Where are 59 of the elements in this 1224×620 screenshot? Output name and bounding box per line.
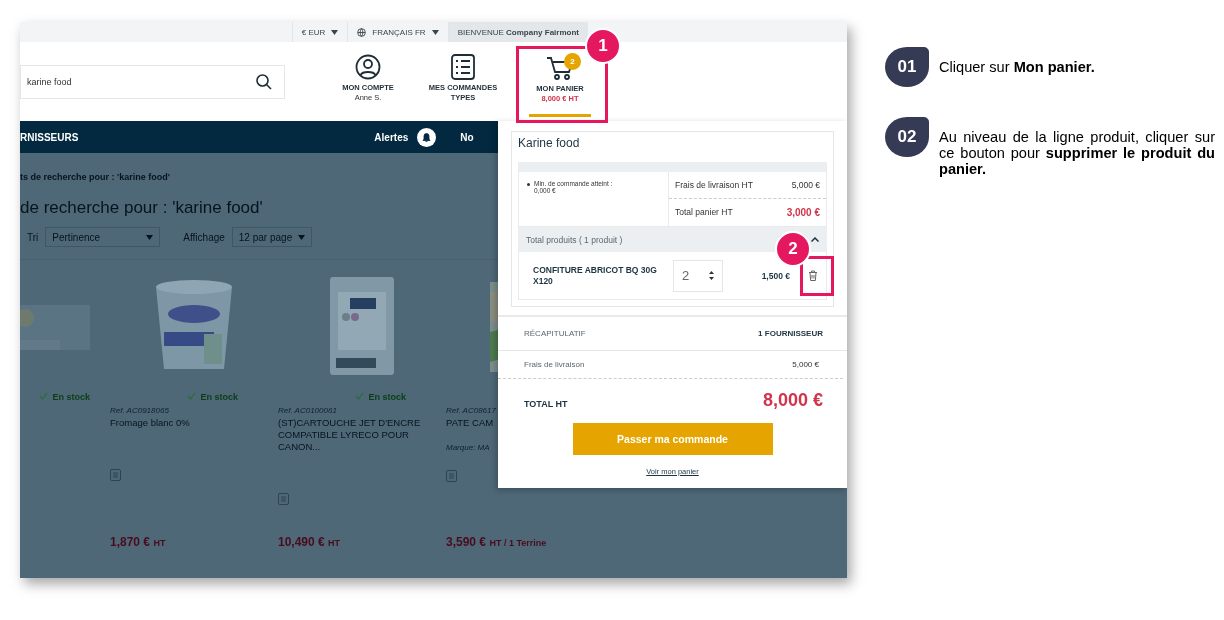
item-price: 1,500 € — [761, 270, 790, 281]
bullet-icon — [527, 183, 530, 186]
sort-label: Tri — [27, 231, 39, 243]
item-name: CONFITURE ABRICOT BQ 30G X120 — [533, 264, 658, 287]
results-heading: de recherche pour : 'karine food' — [20, 198, 263, 218]
caret-icon — [297, 234, 305, 240]
check-icon — [355, 392, 365, 400]
product-price: 10,490 € HT — [278, 535, 342, 551]
total-value: 3,000 € — [786, 207, 820, 218]
document-icon — [446, 470, 457, 482]
check-icon — [39, 392, 49, 400]
search-icon — [256, 74, 272, 90]
summary-label: RÉCAPITULATIF — [524, 329, 586, 338]
nav-title: RNISSEURS — [20, 131, 79, 143]
fees-value: 5,000 € — [791, 180, 820, 190]
stock-status: En stock — [187, 392, 238, 402]
supplier-count: 1 FOURNISSEUR — [758, 329, 823, 338]
bell-icon — [417, 127, 437, 147]
total-ht-label: TOTAL HT — [524, 399, 568, 409]
quantity-field[interactable]: 2 — [673, 259, 723, 292]
step-marker: 2 — [775, 231, 811, 267]
supplier-name: Karine food — [518, 135, 581, 152]
document-icon — [278, 493, 289, 505]
language-selector[interactable]: FRANÇAIS FR — [372, 27, 426, 37]
delivery-value: 5,000 € — [792, 360, 819, 369]
step-text: Cliquer sur Mon panier. — [939, 59, 1096, 75]
caret-icon — [146, 234, 154, 240]
total-ht-value: 8,000 € — [762, 389, 823, 411]
caret-icon — [331, 29, 339, 35]
step-number: 01 — [885, 47, 929, 87]
check-icon — [187, 392, 197, 400]
globe-icon — [357, 27, 367, 37]
product-ref: Ref. AC08617 — [446, 406, 497, 415]
stock-status: En stock — [355, 392, 406, 402]
fees-label: Frais de livraison HT — [675, 180, 753, 190]
delivery-label: Frais de livraison — [524, 360, 585, 369]
alerts-link[interactable]: Alertes — [374, 131, 409, 143]
document-icon — [110, 469, 121, 481]
list-icon — [451, 54, 475, 80]
user-icon — [355, 54, 381, 80]
display-label: Affichage — [183, 231, 225, 243]
product-price: 1,870 € HT — [110, 535, 167, 551]
delete-button[interactable] — [806, 268, 820, 283]
welcome-banner: BIENVENUE Company Fairmont — [447, 22, 588, 42]
step-text: Au niveau de la ligne produit, cliquer sur ce bouton pour supprimer le produit du panier. — [939, 129, 1215, 177]
product-price: 3,590 € HT / 1 Terrine — [446, 535, 548, 551]
product-ref: Ref. AC0918065 — [110, 406, 170, 415]
stepper-icon — [709, 271, 714, 280]
search-field[interactable]: karine food — [20, 65, 285, 99]
product-ref: Ref. AC0100061 — [278, 406, 338, 415]
total-label: Total panier HT — [675, 207, 733, 218]
currency-selector[interactable]: € EUR — [301, 27, 326, 37]
step-number: 02 — [885, 117, 929, 157]
count-badge: 2 — [564, 53, 581, 70]
breadcrumb: ts de recherche pour : 'karine food' — [20, 172, 170, 182]
caret-icon — [431, 29, 439, 35]
nav-link[interactable]: No — [460, 131, 474, 143]
product-brand: Marque: MA — [446, 443, 491, 452]
stock-status: En stock — [39, 392, 90, 402]
